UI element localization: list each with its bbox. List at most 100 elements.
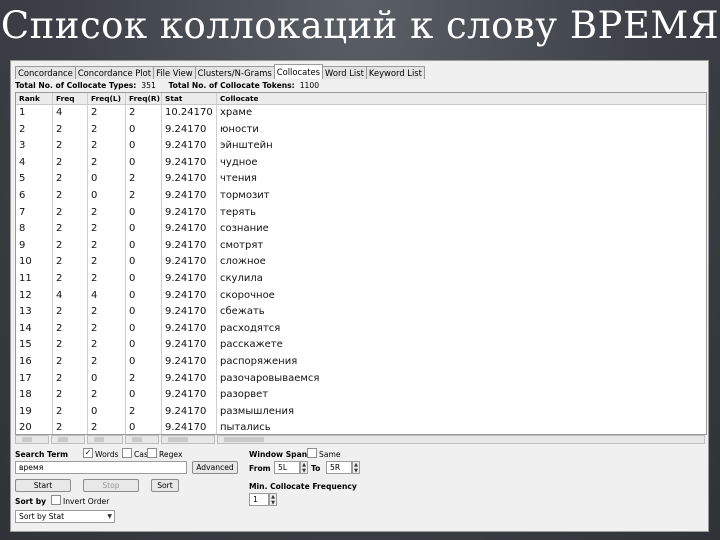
start-button[interactable]: Start — [15, 479, 71, 492]
freq-l-cell: 2 — [91, 256, 98, 268]
search-input[interactable]: время — [15, 461, 187, 474]
freq-cell: 2 — [56, 322, 63, 334]
freq-l-cell: 0 — [91, 405, 98, 417]
stat-cell: 9.24170 — [165, 173, 207, 185]
table-row[interactable]: 12 4 4 0 9.24170 скорочное — [16, 288, 706, 305]
table-row[interactable]: 10 2 2 0 9.24170 сложное — [16, 254, 706, 271]
freq-r-cell: 2 — [129, 173, 136, 185]
table-row[interactable]: 5 2 0 2 9.24170 чтения — [16, 171, 706, 188]
advanced-button[interactable]: Advanced — [192, 461, 238, 474]
freq-r-cell: 0 — [129, 389, 136, 401]
table-row[interactable]: 18 2 2 0 9.24170 разорвет — [16, 387, 706, 404]
collocate-cell: разорвет — [220, 389, 269, 401]
stat-cell: 9.24170 — [165, 190, 207, 201]
table-row[interactable]: 11 2 2 0 9.24170 скулила — [16, 271, 706, 288]
table-row[interactable]: 20 2 2 0 9.24170 пытались — [16, 420, 706, 434]
stop-button[interactable]: Stop — [83, 479, 139, 492]
header-freq[interactable]: Freq — [56, 93, 75, 104]
sort-by-value: Sort by Stat — [19, 512, 65, 521]
table-row[interactable]: 7 2 2 0 9.24170 терять — [16, 205, 706, 222]
stat-cell: 9.24170 — [165, 273, 207, 284]
to-stepper[interactable]: ▲ ▼ — [352, 461, 360, 474]
rank-cell: 8 — [19, 223, 26, 235]
freq-l-cell: 2 — [91, 306, 98, 318]
rank-cell: 2 — [19, 123, 26, 135]
table-row[interactable]: 16 2 2 0 9.24170 распоряжения — [16, 354, 706, 371]
freq-r-cell: 0 — [129, 123, 136, 135]
tab-concordance[interactable]: Concordance — [15, 66, 76, 79]
header-freq-l[interactable]: Freq(L) — [91, 93, 121, 104]
invert-order-label: Invert Order — [63, 497, 110, 506]
freq-cell: 2 — [56, 156, 63, 168]
min-freq-stepper[interactable]: ▲ ▼ — [269, 493, 277, 506]
table-row[interactable]: 1 4 2 2 10.24170 храме — [16, 105, 706, 122]
stat-cell: 9.24170 — [165, 405, 207, 417]
chevron-down-icon: ▼ — [107, 513, 112, 520]
header-stat[interactable]: Stat — [165, 93, 182, 104]
tab-clusters[interactable]: Clusters/N-Grams — [194, 66, 275, 79]
table-row[interactable]: 8 2 2 0 9.24170 сознание — [16, 221, 706, 238]
case-checkbox[interactable] — [122, 448, 132, 458]
freq-cell: 2 — [56, 306, 63, 318]
stat-cell: 9.24170 — [165, 356, 207, 367]
freq-l-cell: 2 — [91, 156, 98, 168]
collocate-cell: храме — [220, 107, 253, 118]
collocate-cell: эйнштейн — [220, 140, 273, 152]
rank-cell: 19 — [19, 405, 32, 417]
tab-collocates[interactable]: Collocates — [273, 64, 324, 79]
sort-by-select[interactable]: Sort by Stat ▼ — [15, 510, 115, 523]
from-label: From — [249, 464, 271, 473]
table-row[interactable]: 15 2 2 0 9.24170 расскажете — [16, 337, 706, 354]
collocate-types-value: 351 — [141, 81, 156, 90]
scrollbar[interactable] — [51, 435, 85, 444]
freq-cell: 2 — [56, 123, 63, 135]
window-span-label: Window Span — [249, 450, 308, 459]
table-row[interactable]: 17 2 0 2 9.24170 разочаровываемся — [16, 371, 706, 388]
regex-checkbox[interactable] — [147, 448, 157, 458]
freq-cell: 2 — [56, 223, 63, 235]
collocates-table[interactable]: Rank Freq Freq(L) Freq(R) Stat Collocate… — [15, 92, 707, 435]
scrollbar[interactable] — [15, 435, 49, 444]
from-stepper[interactable]: ▲ ▼ — [300, 461, 308, 474]
freq-l-cell: 2 — [91, 140, 98, 152]
table-row[interactable]: 9 2 2 0 9.24170 смотрят — [16, 238, 706, 255]
stat-cell: 9.24170 — [165, 239, 207, 251]
table-row[interactable]: 14 2 2 0 9.24170 расходятся — [16, 321, 706, 338]
freq-cell: 2 — [56, 389, 63, 401]
sort-button[interactable]: Sort — [151, 479, 179, 492]
tab-word-list[interactable]: Word List — [322, 66, 367, 79]
header-freq-r[interactable]: Freq(R) — [129, 93, 160, 104]
scrollbar[interactable] — [87, 435, 123, 444]
freq-r-cell: 0 — [129, 273, 136, 284]
tab-concordance-plot[interactable]: Concordance Plot — [74, 66, 155, 79]
tab-bar: Concordance Concordance Plot File View C… — [15, 64, 425, 80]
tab-keyword-list[interactable]: Keyword List — [365, 66, 425, 79]
table-row[interactable]: 4 2 2 0 9.24170 чудное — [16, 155, 706, 172]
from-input[interactable]: 5L — [274, 461, 300, 474]
freq-cell: 2 — [56, 239, 63, 251]
words-checkbox[interactable]: ✓ — [83, 448, 93, 458]
sort-by-label: Sort by — [15, 497, 47, 506]
table-row[interactable]: 6 2 0 2 9.24170 тормозит — [16, 188, 706, 205]
min-freq-input[interactable]: 1 — [249, 493, 269, 506]
tab-file-view[interactable]: File View — [153, 66, 196, 79]
table-row[interactable]: 2 2 2 0 9.24170 юности — [16, 122, 706, 139]
header-rank[interactable]: Rank — [19, 93, 40, 104]
scrollbar[interactable] — [125, 435, 159, 444]
scrollbar[interactable] — [217, 435, 705, 444]
rank-cell: 4 — [19, 156, 26, 168]
invert-order-checkbox[interactable] — [51, 495, 61, 505]
freq-r-cell: 0 — [129, 140, 136, 152]
to-input[interactable]: 5R — [326, 461, 352, 474]
table-row[interactable]: 3 2 2 0 9.24170 эйнштейн — [16, 138, 706, 155]
rank-cell: 18 — [19, 389, 32, 401]
scrollbar[interactable] — [161, 435, 215, 444]
table-row[interactable]: 19 2 0 2 9.24170 размышления — [16, 404, 706, 421]
same-checkbox[interactable] — [307, 448, 317, 458]
freq-l-cell: 2 — [91, 107, 98, 118]
header-collocate[interactable]: Collocate — [220, 93, 259, 104]
collocate-cell: сложное — [220, 256, 266, 268]
stat-cell: 9.24170 — [165, 289, 207, 301]
rank-cell: 12 — [19, 289, 32, 301]
table-row[interactable]: 13 2 2 0 9.24170 сбежать — [16, 304, 706, 321]
